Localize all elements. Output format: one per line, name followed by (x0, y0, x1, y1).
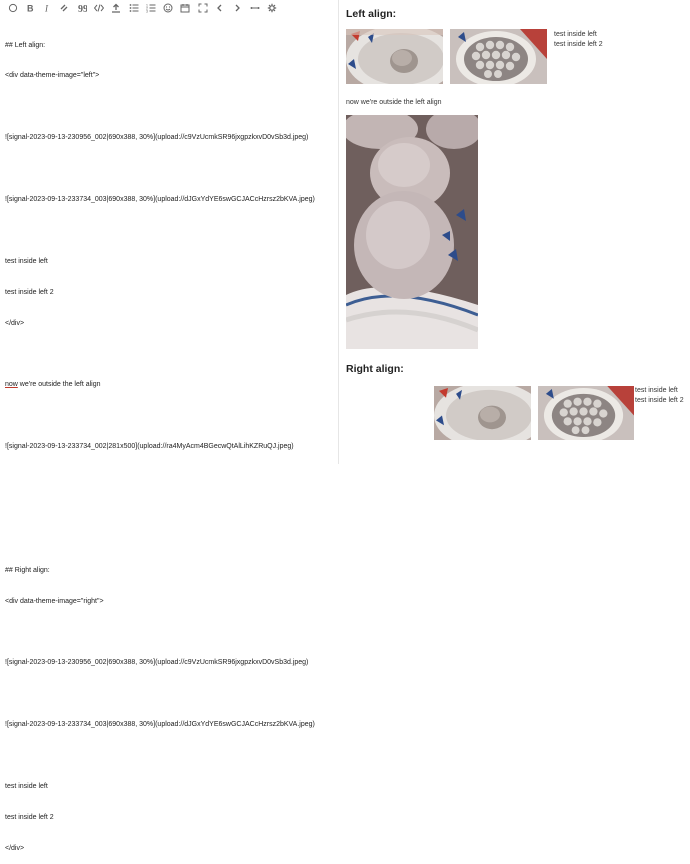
bold-icon[interactable]: B (21, 0, 38, 16)
editor-line: now we're outside the left align (5, 380, 335, 390)
horizontal-rule-icon[interactable] (246, 0, 263, 16)
bullet-list-icon[interactable] (125, 0, 142, 16)
outside-text: now we're outside the left align (346, 99, 442, 106)
editor-line: test inside left (5, 257, 48, 265)
editor-line: ![signal-2023-09-13-230956_002|690x388, … (5, 659, 309, 667)
italic-icon[interactable]: I (39, 0, 56, 16)
right-align-heading: Right align: (346, 363, 404, 375)
editor-line: ![signal-2023-09-13-230956_002|690x388, … (5, 134, 309, 142)
editor-line: <div data-theme-image="right"> (5, 597, 104, 605)
editor-line: test inside left 2 (5, 813, 54, 821)
editor-line: </div> (5, 844, 25, 852)
link-icon[interactable] (56, 0, 73, 16)
chevron-left-icon[interactable] (212, 0, 229, 16)
mochi-photo-1[interactable] (346, 29, 443, 84)
editor-line: ## Right align: (5, 566, 50, 574)
right-text-1: test inside left (635, 387, 678, 394)
code-icon[interactable] (90, 0, 107, 16)
upload-icon[interactable] (108, 0, 125, 16)
editor-line: </div> (5, 319, 25, 327)
svg-text:3: 3 (146, 10, 148, 14)
chevron-right-icon[interactable] (229, 0, 246, 16)
left-align-heading: Left align: (346, 8, 397, 20)
editor-toolbar: B I 99 123 (0, 0, 337, 16)
gear-icon[interactable] (263, 0, 280, 16)
right-text-2: test inside left 2 (635, 396, 684, 404)
editor-line: ![signal-2023-09-13-233734_003|690x388, … (5, 721, 315, 729)
calendar-icon[interactable] (177, 0, 194, 16)
left-text-1: test inside left (554, 31, 597, 38)
markdown-editor[interactable]: ## Left align: <div data-theme-image="le… (5, 20, 335, 864)
preview-pane: Left align: test inside left test inside… (346, 0, 686, 464)
svg-text:99: 99 (78, 4, 87, 13)
svg-text:I: I (44, 4, 49, 14)
spellcheck-word[interactable]: now (5, 381, 18, 388)
editor-line-text: we're outside the left align (17, 381, 101, 389)
mochi-photo-1-right[interactable] (434, 386, 531, 440)
split-divider[interactable] (338, 0, 339, 464)
fullscreen-icon[interactable] (194, 0, 211, 16)
smiley-icon[interactable] (160, 0, 177, 16)
quote-icon[interactable]: 99 (73, 0, 90, 16)
mochi-photo-tall[interactable] (346, 115, 478, 349)
editor-line: ![signal-2023-09-13-233734_002|281x500](… (5, 443, 294, 451)
editor-line: ![signal-2023-09-13-233734_003|690x388, … (5, 196, 315, 204)
svg-text:B: B (27, 4, 34, 14)
editor-line: <div data-theme-image="left"> (5, 72, 100, 80)
mochi-photo-2[interactable] (450, 29, 547, 84)
editor-line: test inside left 2 (5, 288, 54, 296)
mochi-photo-2-right[interactable] (538, 386, 634, 440)
left-text-2: test inside left 2 (554, 40, 603, 48)
editor-line: ## Left align: (5, 41, 46, 49)
editor-line: test inside left (5, 782, 48, 790)
emoji-icon[interactable] (4, 0, 21, 16)
numbered-list-icon[interactable]: 123 (142, 0, 159, 16)
